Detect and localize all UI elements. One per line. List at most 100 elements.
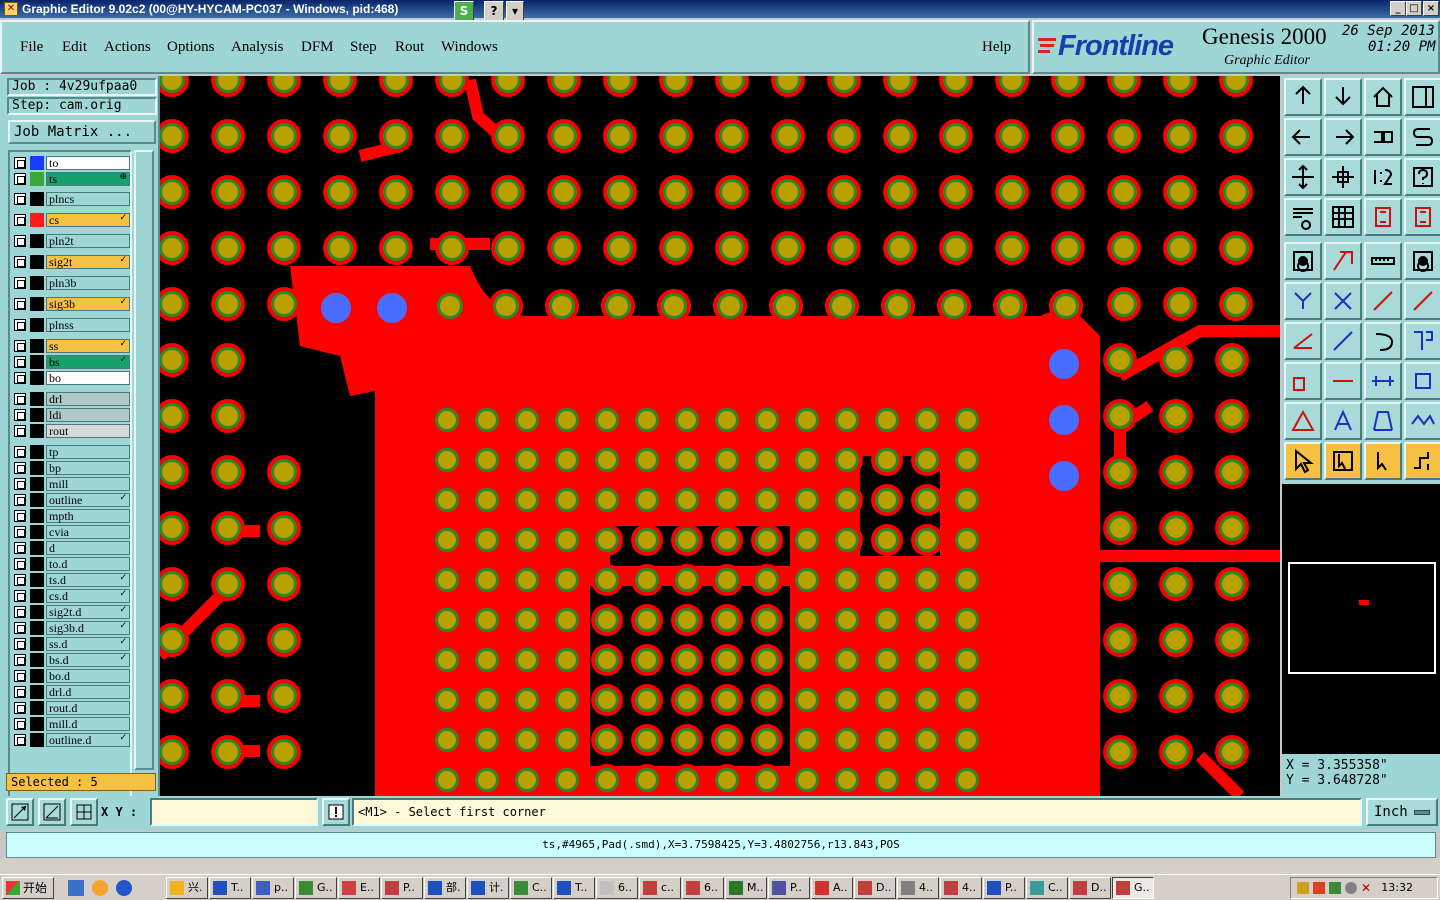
smd-pad[interactable] — [1166, 630, 1186, 650]
pad-select-tool[interactable] — [1404, 242, 1440, 280]
smd-pad[interactable] — [834, 126, 854, 146]
layer-color-swatch[interactable] — [30, 525, 44, 539]
smd-pad[interactable] — [218, 294, 238, 314]
bga-pad[interactable] — [918, 731, 936, 749]
smd-pad[interactable] — [386, 238, 406, 258]
layer-checkbox[interactable] — [14, 173, 26, 185]
bga-pad[interactable] — [798, 611, 816, 629]
taskbar-task-5[interactable]: E.. — [338, 877, 380, 899]
cross-tool[interactable] — [1324, 282, 1362, 320]
layer-name[interactable]: drl — [46, 392, 130, 406]
layer-color-swatch[interactable] — [30, 669, 44, 683]
smd-pad[interactable] — [274, 686, 294, 706]
layer-checkbox[interactable] — [14, 702, 26, 714]
layer-name[interactable]: to.d — [46, 557, 130, 571]
layer-color-swatch[interactable] — [30, 234, 44, 248]
arch-tool[interactable] — [1364, 402, 1402, 440]
bga-pad[interactable] — [678, 731, 696, 749]
smd-pad[interactable] — [1056, 296, 1076, 316]
layer-checkbox[interactable] — [14, 638, 26, 650]
layer-name[interactable]: bo.d — [46, 669, 130, 683]
layer-color-swatch[interactable] — [30, 371, 44, 385]
layer-row-ts-d[interactable]: ts.d ✓ — [14, 573, 130, 587]
quicklaunch-clock-icon[interactable] — [92, 880, 108, 896]
angle-tool[interactable] — [1284, 322, 1322, 360]
menu-rout[interactable]: Rout — [395, 39, 424, 56]
layer-color-swatch[interactable] — [30, 653, 44, 667]
select-all-tool[interactable] — [1284, 242, 1322, 280]
taskbar-task-15[interactable]: P.. — [768, 877, 810, 899]
smd-pad[interactable] — [274, 294, 294, 314]
smd-pad[interactable] — [1170, 238, 1190, 258]
bga-pad[interactable] — [438, 651, 456, 669]
ruler-tool[interactable] — [1364, 242, 1402, 280]
bga-pad[interactable] — [558, 611, 576, 629]
grid-view-tool[interactable] — [1324, 198, 1362, 236]
smd-pad[interactable] — [1170, 182, 1190, 202]
pointer-select-tool[interactable] — [1364, 442, 1402, 480]
bga-pad[interactable] — [958, 651, 976, 669]
smd-pad[interactable] — [720, 296, 740, 316]
smd-pad[interactable] — [722, 238, 742, 258]
start-button[interactable]: 开始 — [2, 877, 54, 899]
bga-pad[interactable] — [518, 411, 536, 429]
bga-pad[interactable] — [918, 571, 936, 589]
taskbar-task-7[interactable]: 部. — [424, 877, 466, 899]
layer-row-drl-d[interactable]: drl.d — [14, 685, 130, 699]
smd-pad[interactable] — [890, 182, 910, 202]
bga-pad[interactable] — [478, 411, 496, 429]
smd-pad[interactable] — [1110, 686, 1130, 706]
smd-pad[interactable] — [1226, 126, 1246, 146]
layer-color-swatch[interactable] — [30, 637, 44, 651]
smd-pad[interactable] — [162, 630, 182, 650]
smd-pad[interactable] — [1222, 406, 1242, 426]
minimap[interactable] — [1288, 562, 1436, 674]
bga-pad[interactable] — [438, 411, 456, 429]
smd-pad[interactable] — [1058, 126, 1078, 146]
bga-pad[interactable] — [598, 771, 616, 789]
smd-pad[interactable] — [832, 296, 852, 316]
bga-pad[interactable] — [838, 571, 856, 589]
smd-pad[interactable] — [1166, 350, 1186, 370]
bga-pad[interactable] — [838, 531, 856, 549]
tray-close-icon[interactable]: ✕ — [1361, 882, 1373, 894]
bga-pad[interactable] — [838, 491, 856, 509]
smd-pad[interactable] — [1002, 238, 1022, 258]
layer-row-bo[interactable]: bo — [14, 371, 130, 385]
taskbar-task-21[interactable]: C.. — [1026, 877, 1068, 899]
bga-pad[interactable] — [918, 491, 936, 509]
smd-pad[interactable] — [1166, 686, 1186, 706]
layer-row-bs-d[interactable]: bs.d ✓ — [14, 653, 130, 667]
smd-pad[interactable] — [442, 182, 462, 202]
layer-row-ldi[interactable]: ldi — [14, 408, 130, 422]
smd-pad[interactable] — [946, 126, 966, 146]
layer-row-cs-d[interactable]: cs.d ✓ — [14, 589, 130, 603]
smd-pad[interactable] — [218, 518, 238, 538]
bga-pad[interactable] — [438, 771, 456, 789]
bga-pad[interactable] — [838, 691, 856, 709]
bga-pad[interactable] — [958, 771, 976, 789]
smd-pad[interactable] — [778, 126, 798, 146]
bga-pad[interactable] — [918, 651, 936, 669]
bga-pad[interactable] — [798, 691, 816, 709]
bga-pad[interactable] — [918, 451, 936, 469]
layer-checkbox[interactable] — [14, 606, 26, 618]
triangle-wave-tool[interactable] — [1404, 402, 1440, 440]
taskbar-task-4[interactable]: G.. — [295, 877, 337, 899]
smd-pad[interactable] — [442, 238, 462, 258]
tray-app-icon[interactable] — [1297, 882, 1309, 894]
window-tool[interactable] — [1404, 78, 1440, 116]
triangle-tool[interactable] — [1284, 402, 1322, 440]
menu-help[interactable]: Help — [982, 39, 1011, 56]
layer-name[interactable]: drl.d — [46, 685, 130, 699]
smd-pad[interactable] — [162, 238, 182, 258]
bga-pad[interactable] — [478, 691, 496, 709]
smd-pad[interactable] — [1002, 126, 1022, 146]
bga-pad[interactable] — [878, 731, 896, 749]
menu-options[interactable]: Options — [167, 39, 215, 56]
smd-pad[interactable] — [274, 574, 294, 594]
layer-name[interactable]: bs.d — [46, 653, 130, 667]
smd-pad[interactable] — [162, 518, 182, 538]
layer-color-swatch[interactable] — [30, 445, 44, 459]
layer-name[interactable]: outline.d — [46, 733, 130, 747]
